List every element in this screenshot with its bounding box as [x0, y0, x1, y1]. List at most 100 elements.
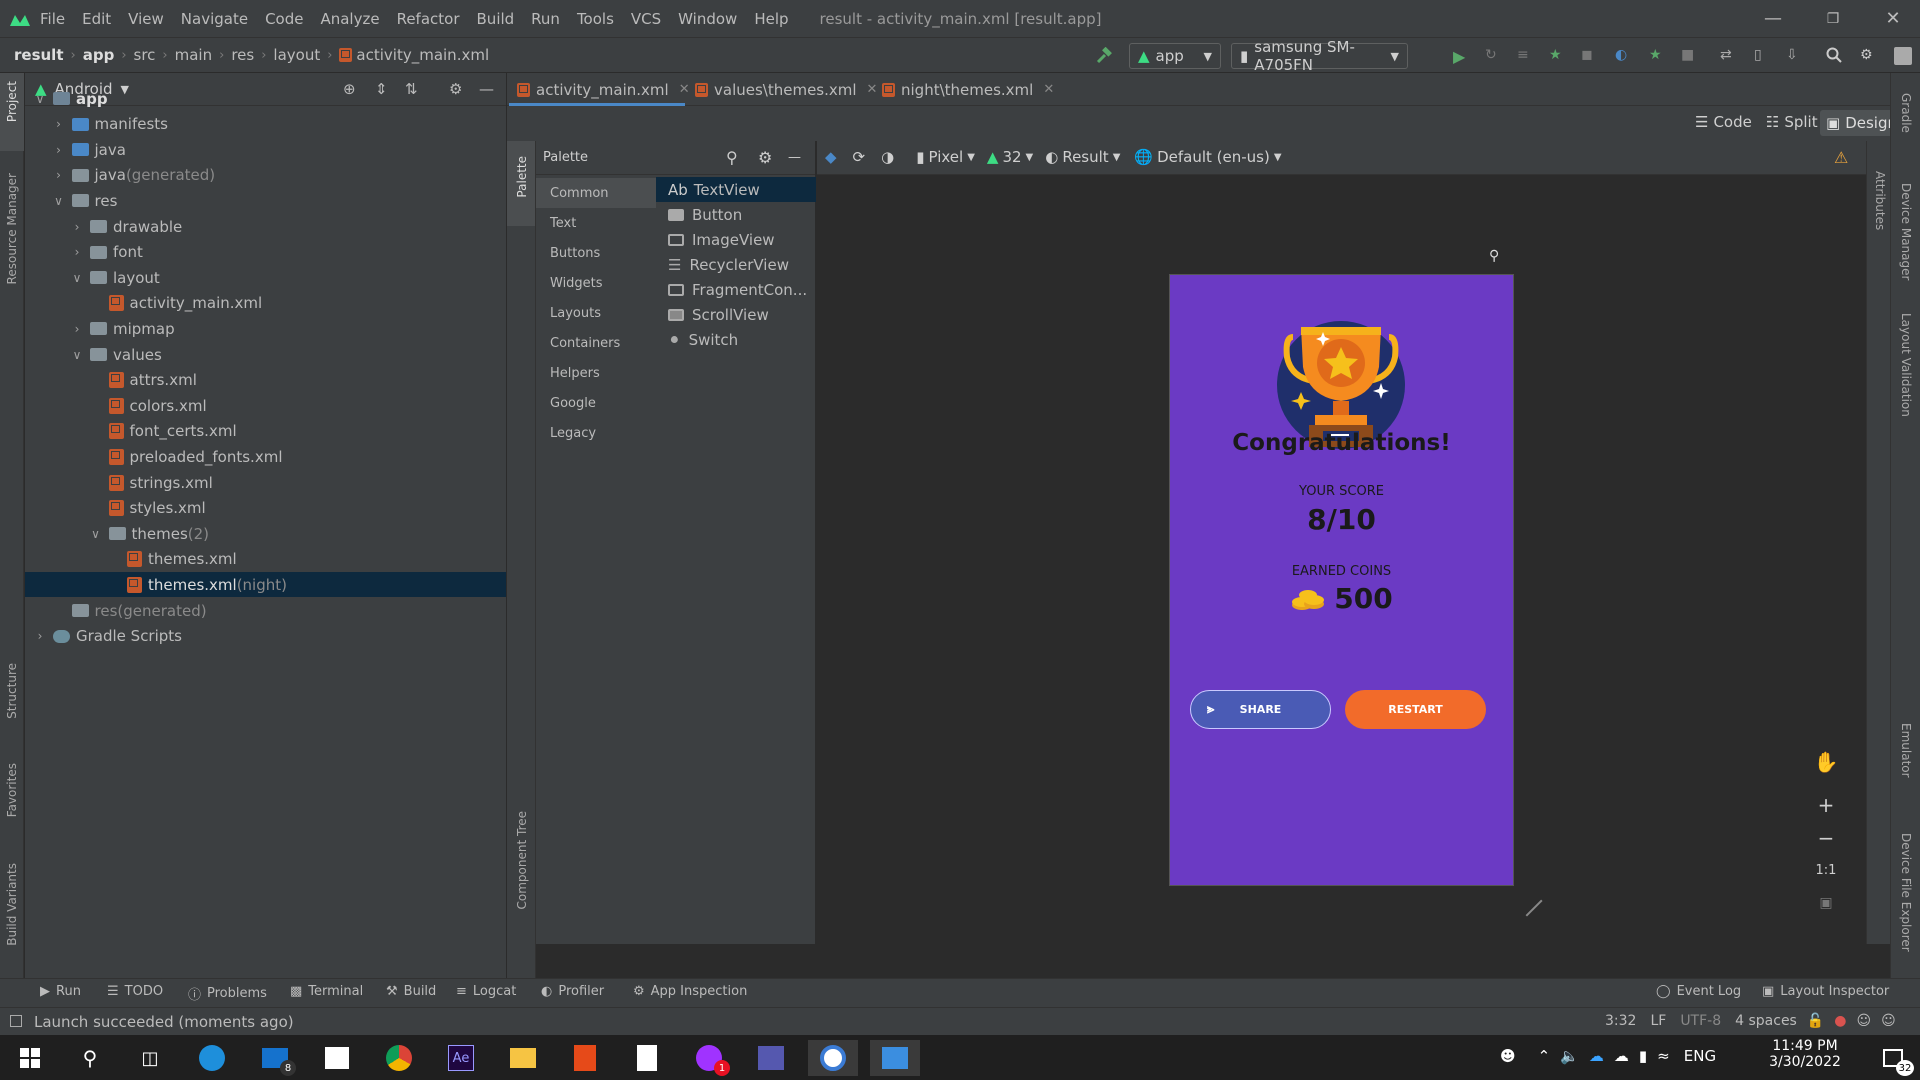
tree-item[interactable]: › mipmap — [70, 316, 175, 341]
profiler-tool-button[interactable]: ◐ Profiler — [541, 984, 604, 999]
tree-item[interactable]: › font — [70, 240, 143, 265]
expand-chevron-icon[interactable]: › — [70, 322, 84, 336]
gradle-tool-tab[interactable]: Gradle — [1899, 93, 1913, 133]
people-icon[interactable]: ☻ — [1500, 1047, 1516, 1065]
edge-icon[interactable] — [187, 1040, 237, 1076]
zoom-in-icon[interactable]: + — [1810, 790, 1842, 820]
error-icon[interactable]: ● — [1834, 1013, 1846, 1029]
tree-item[interactable]: strings.xml — [89, 470, 213, 495]
expand-all-icon[interactable]: ⇕ — [375, 80, 388, 98]
pin-icon[interactable]: ⚲ — [1489, 248, 1499, 264]
structure-tool-tab[interactable]: Structure — [5, 663, 19, 719]
input-language[interactable]: ENG — [1684, 1047, 1716, 1065]
layers-icon[interactable]: ◆ — [825, 148, 837, 166]
expand-chevron-icon[interactable]: ∨ — [52, 194, 66, 208]
breadcrumb-res[interactable]: res — [231, 46, 254, 64]
menu-build[interactable]: Build — [477, 10, 515, 28]
problems-tool-button[interactable]: ⓘ Problems — [188, 984, 267, 1003]
tree-item[interactable]: themes.xml (night) — [25, 572, 506, 598]
expand-chevron-icon[interactable]: › — [70, 220, 84, 234]
app-inspection-tool-button[interactable]: ⚙ App Inspection — [633, 984, 747, 999]
zoom-actual-size-button[interactable]: 1:1 — [1810, 855, 1842, 885]
mail-icon[interactable]: 8 — [250, 1040, 300, 1076]
expand-chevron-icon[interactable]: › — [52, 117, 66, 131]
tree-item[interactable]: font_certs.xml — [89, 419, 237, 444]
menu-refactor[interactable]: Refactor — [397, 10, 460, 28]
cloud-icon[interactable]: ☁ — [1614, 1047, 1629, 1065]
palette-category-text[interactable]: Text — [536, 208, 656, 238]
run-tool-button[interactable]: ▶ Run — [40, 984, 81, 999]
attributes-tool-tab[interactable]: Attributes — [1873, 171, 1887, 230]
profile-icon[interactable]: ◐ — [1615, 47, 1633, 65]
tree-item[interactable]: › java — [52, 137, 126, 162]
smiley-icon[interactable]: ☺ — [1881, 1013, 1896, 1029]
notifications-icon[interactable]: 32 — [1868, 1040, 1918, 1076]
tree-item[interactable]: › java (generated) — [52, 163, 215, 188]
task-view-icon[interactable]: ◫ — [125, 1040, 175, 1076]
store-icon[interactable] — [312, 1040, 362, 1076]
palette-item-switch[interactable]: ⚫ Switch — [656, 327, 816, 352]
status-message[interactable]: Launch succeeded (moments ago) — [34, 1013, 294, 1031]
split-view-button[interactable]: Split — [1784, 113, 1817, 131]
breadcrumb-main[interactable]: main — [175, 46, 212, 64]
menu-edit[interactable]: Edit — [82, 10, 111, 28]
share-button[interactable]: ⪢ SHARE — [1190, 690, 1331, 729]
maximize-button[interactable]: ❐ — [1810, 0, 1856, 37]
tab-activity-main[interactable]: activity_main.xml ✕ — [517, 73, 690, 106]
hide-panel-icon[interactable]: — — [479, 80, 494, 98]
expand-chevron-icon[interactable]: ∨ — [70, 348, 84, 362]
component-tree-tool-tab[interactable]: Component Tree — [515, 811, 529, 909]
menu-view[interactable]: View — [128, 10, 164, 28]
palette-item-imageview[interactable]: ImageView — [656, 227, 816, 252]
project-tool-tab[interactable]: Project — [5, 81, 19, 122]
attach-debugger-icon[interactable]: ★ — [1649, 47, 1667, 65]
run-icon[interactable]: ▶ — [1453, 47, 1471, 66]
palette-category-layouts[interactable]: Layouts — [536, 298, 656, 328]
tree-item[interactable]: preloaded_fonts.xml — [89, 444, 282, 469]
zoom-out-icon[interactable]: − — [1810, 823, 1842, 853]
palette-tool-tab[interactable]: Palette — [515, 156, 529, 198]
account-icon[interactable] — [1894, 47, 1912, 65]
tree-item[interactable]: ∨ app — [33, 86, 108, 111]
after-effects-icon[interactable]: Ae — [436, 1040, 486, 1076]
expand-chevron-icon[interactable]: ∨ — [33, 92, 47, 106]
caret-position[interactable]: 3:32 — [1605, 1013, 1636, 1029]
battery-icon[interactable]: ▮ — [1639, 1047, 1647, 1065]
palette-item-textview[interactable]: Ab TextView — [656, 177, 816, 202]
tab-values-themes[interactable]: values\themes.xml ✕ — [695, 73, 877, 106]
build-tool-button[interactable]: ⚒ Build — [386, 984, 436, 999]
tree-item[interactable]: › Gradle Scripts — [33, 624, 182, 649]
settings-gear-icon[interactable]: ⚙ — [758, 148, 772, 167]
menu-navigate[interactable]: Navigate — [181, 10, 248, 28]
restart-button[interactable]: RESTART — [1345, 690, 1486, 729]
breadcrumb-result[interactable]: result — [14, 46, 64, 64]
orientation-icon[interactable]: ⟳ — [853, 148, 866, 166]
tree-item[interactable]: attrs.xml — [89, 368, 197, 393]
tree-item[interactable]: ∨ res — [52, 188, 117, 213]
wifi-icon[interactable]: ≈ — [1657, 1047, 1670, 1065]
close-icon[interactable]: ✕ — [1043, 82, 1054, 97]
device-manager-icon[interactable]: ▯ — [1754, 47, 1772, 65]
search-icon[interactable]: ⚲ — [726, 148, 738, 167]
search-icon[interactable] — [1826, 47, 1844, 65]
palette-category-google[interactable]: Google — [536, 388, 656, 418]
menu-analyze[interactable]: Analyze — [320, 10, 379, 28]
apply-code-changes-icon[interactable]: ≡ — [1517, 47, 1535, 65]
menu-run[interactable]: Run — [531, 10, 560, 28]
device-manager-tool-tab[interactable]: Device Manager — [1899, 183, 1913, 280]
close-icon[interactable]: ✕ — [679, 82, 690, 97]
tree-item[interactable]: ∨ layout — [70, 265, 160, 290]
tab-night-themes[interactable]: night\themes.xml ✕ — [882, 73, 1054, 106]
tree-item[interactable]: › drawable — [70, 214, 183, 239]
menu-tools[interactable]: Tools — [577, 10, 614, 28]
minimize-button[interactable]: — — [1750, 0, 1796, 37]
line-separator[interactable]: LF — [1650, 1013, 1666, 1029]
resource-manager-tool-tab[interactable]: Resource Manager — [5, 173, 19, 284]
tree-item[interactable]: res (generated) — [52, 598, 207, 623]
search-icon[interactable]: ⚲ — [65, 1040, 115, 1076]
tree-item[interactable]: › manifests — [52, 112, 168, 137]
menu-window[interactable]: Window — [678, 10, 737, 28]
locale-select[interactable]: Default (en-us) — [1157, 148, 1270, 166]
smiley-feedback-icon[interactable]: ☺ — [1857, 1013, 1872, 1029]
run-config-select[interactable]: ▲ app ▼ — [1129, 43, 1221, 69]
